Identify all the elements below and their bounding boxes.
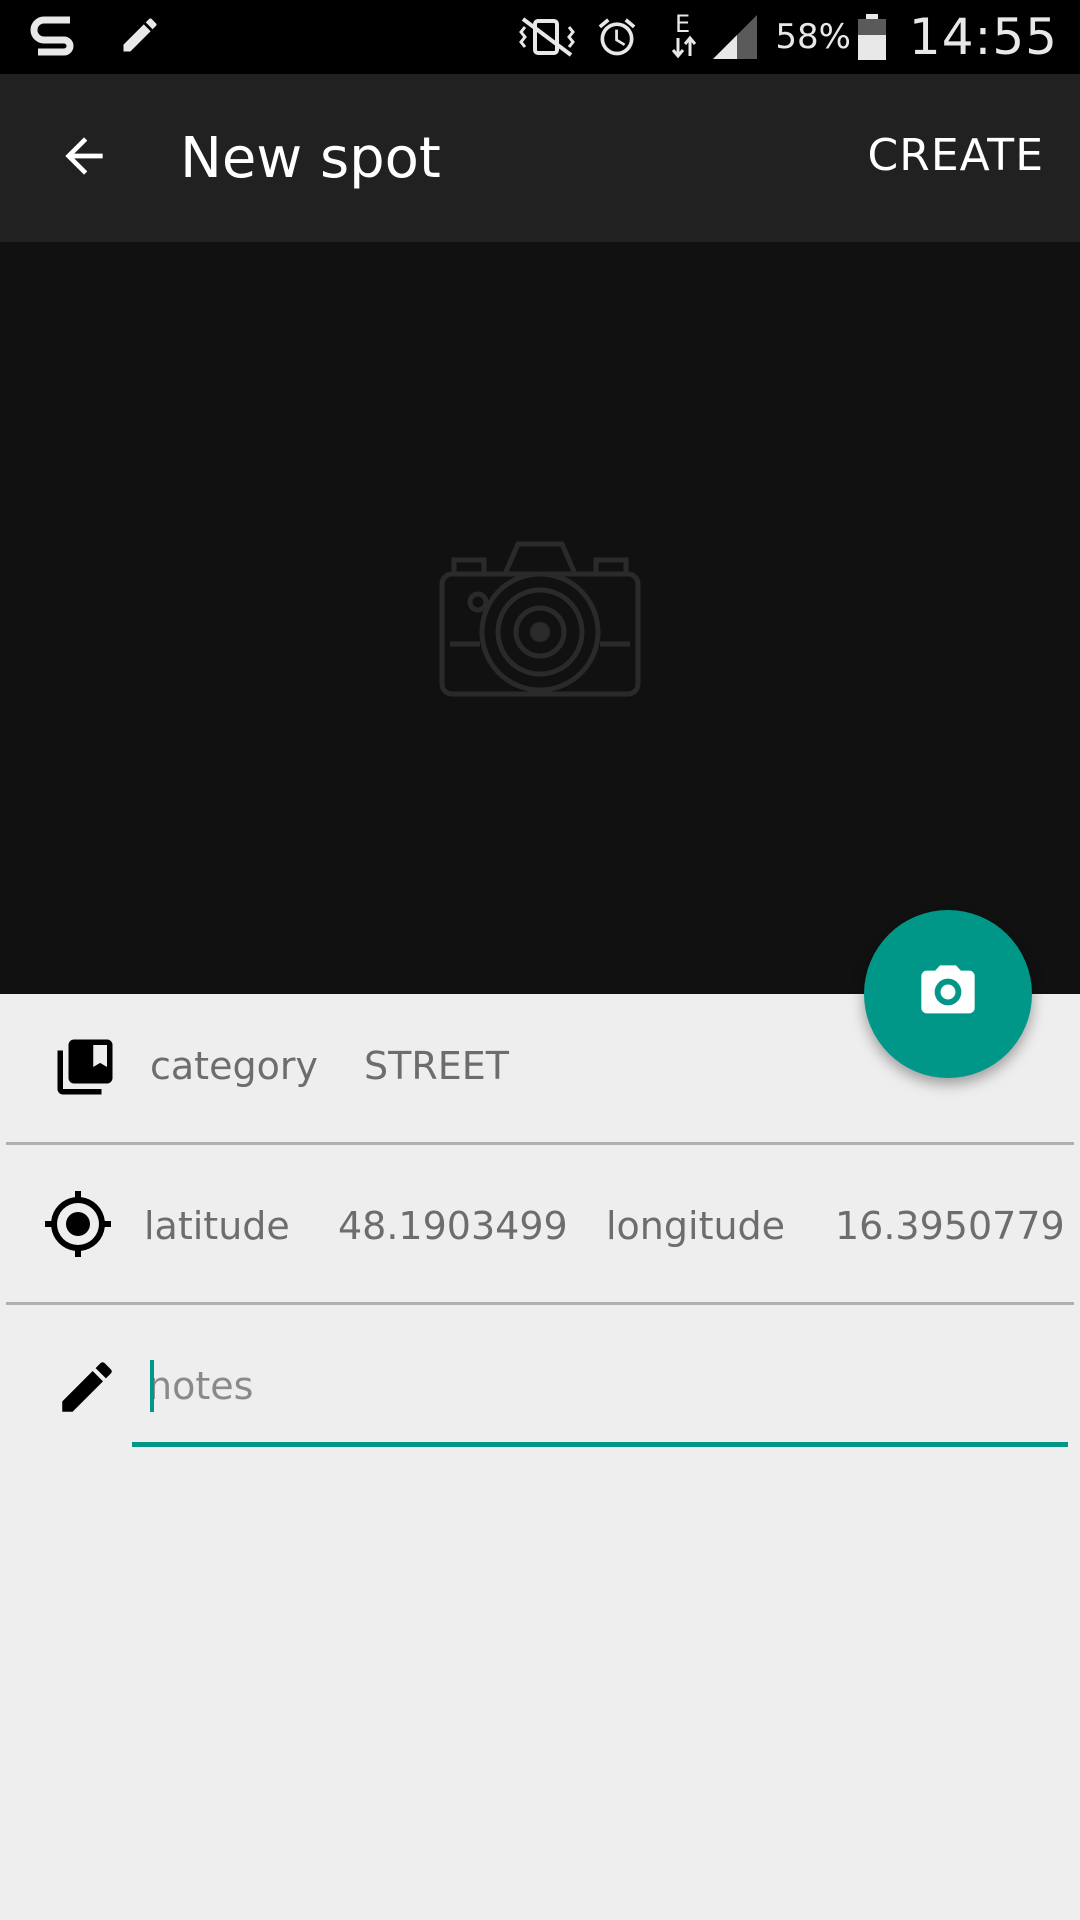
alarm-icon bbox=[595, 15, 639, 59]
battery-percent: 58% bbox=[775, 17, 851, 57]
svg-text:WILL: WILL bbox=[48, 24, 78, 37]
page-title: New spot bbox=[180, 126, 441, 191]
longitude-value: 16.3950779 bbox=[835, 1204, 1065, 1248]
category-value: STREET bbox=[364, 1044, 509, 1088]
category-label: category bbox=[150, 1044, 318, 1088]
notes-field[interactable] bbox=[132, 1348, 1068, 1448]
gps-fixed-icon bbox=[42, 1188, 114, 1260]
status-bar: WILL E 58% 14:55 bbox=[0, 0, 1080, 74]
app-notification-icon: WILL bbox=[30, 12, 80, 58]
battery-icon bbox=[857, 13, 887, 61]
text-cursor bbox=[150, 1360, 154, 1412]
clock: 14:55 bbox=[908, 8, 1058, 66]
edge-data-icon: E bbox=[669, 10, 699, 64]
longitude-label: longitude bbox=[606, 1204, 786, 1248]
vibrate-off-icon bbox=[517, 15, 577, 59]
divider bbox=[6, 1302, 1074, 1305]
svg-text:E: E bbox=[675, 10, 690, 38]
pencil-icon bbox=[52, 1352, 122, 1422]
latitude-value: 48.1903499 bbox=[338, 1204, 568, 1248]
category-row[interactable]: category STREET bbox=[0, 1000, 1080, 1140]
notes-input[interactable] bbox=[148, 1354, 1048, 1418]
app-bar: New spot CREATE bbox=[0, 74, 1080, 242]
camera-illustration-icon bbox=[430, 532, 650, 702]
back-button[interactable] bbox=[40, 114, 128, 202]
pencil-notification-icon bbox=[118, 13, 162, 57]
location-row: latitude 48.1903499 longitude 16.3950779 bbox=[0, 1146, 1080, 1300]
collections-bookmark-icon bbox=[50, 1032, 120, 1102]
photo-preview-area bbox=[0, 242, 1080, 994]
latitude-label: latitude bbox=[144, 1204, 290, 1248]
notes-underline bbox=[132, 1442, 1068, 1447]
divider bbox=[6, 1142, 1074, 1145]
create-button[interactable]: CREATE bbox=[868, 130, 1044, 181]
signal-icon bbox=[711, 13, 759, 61]
arrow-left-icon bbox=[56, 128, 112, 188]
